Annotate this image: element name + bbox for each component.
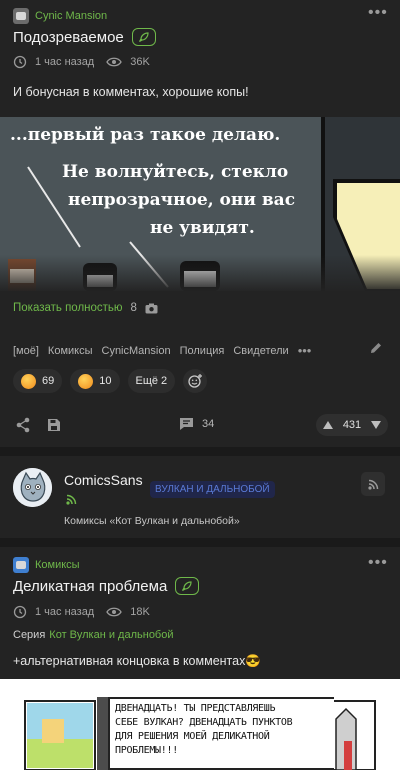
author-tag-badge[interactable]: ВУЛКАН И ДАЛЬНОБОЙ <box>150 481 275 498</box>
post-time: 1 час назад <box>35 606 95 618</box>
more-reactions-button[interactable]: Ещё 2 <box>127 369 176 393</box>
view-count: 18K <box>130 606 150 618</box>
series-row: Серия Кот Вулкан и дальнобой <box>13 629 174 641</box>
comment-count: 34 <box>202 418 215 430</box>
image-count: 8 <box>130 302 137 314</box>
post-title[interactable]: Деликатная проблема <box>13 578 167 595</box>
reaction-count: 69 <box>42 375 55 387</box>
comment-icon <box>180 418 193 430</box>
post-title-row: Подозреваемое <box>13 28 156 46</box>
reaction-count: 10 <box>99 375 112 387</box>
cat-avatar-icon <box>13 468 52 507</box>
reactions-row: 69 10 Ещё 2 <box>13 369 208 393</box>
eye-icon <box>106 57 122 67</box>
post-title[interactable]: Подозреваемое <box>13 29 124 46</box>
series-link[interactable]: Кот Вулкан и дальнобой <box>49 629 173 641</box>
rss-icon <box>367 479 378 490</box>
community-name[interactable]: Cynic Mansion <box>35 10 107 22</box>
author-name[interactable]: ComicsSans <box>64 472 143 488</box>
tag-item[interactable]: [моё] <box>13 345 39 357</box>
post-meta: 1 час назад 18K <box>13 605 150 619</box>
comic-image[interactable]: ...первый раз такое делаю. Не волнуйтесь… <box>0 117 400 291</box>
post-divider <box>0 447 400 456</box>
view-count: 36K <box>130 56 150 68</box>
author-subtitle: Комиксы «Кот Вулкан и дальнобой» <box>64 515 240 527</box>
grinning-face-icon <box>21 373 36 389</box>
rating-value: 431 <box>342 419 362 431</box>
rocket-icon[interactable] <box>175 577 200 595</box>
community-avatar[interactable] <box>13 8 29 24</box>
comments-button[interactable]: 34 <box>179 417 214 431</box>
post-text: И бонусная в комментах, хорошие копы! <box>13 85 249 99</box>
post-community-header[interactable]: Комиксы <box>13 557 80 573</box>
more-options-icon[interactable]: ••• <box>368 4 388 22</box>
more-tags-icon[interactable]: ••• <box>298 343 312 358</box>
post-community-header[interactable]: Cynic Mansion <box>13 8 107 24</box>
author-avatar[interactable] <box>13 468 52 507</box>
community-name[interactable]: Комиксы <box>35 559 80 571</box>
tag-item[interactable]: Полиция <box>180 345 225 357</box>
more-reactions-label: Ещё 2 <box>135 375 168 387</box>
tag-item[interactable]: CynicMansion <box>102 345 171 357</box>
edit-tags-icon[interactable] <box>369 341 383 355</box>
post-divider <box>0 538 400 547</box>
downvote-icon[interactable] <box>370 420 382 430</box>
more-options-icon[interactable]: ••• <box>368 554 388 572</box>
speech-line: ДВЕНАДЦАТЬ! ТЫ ПРЕДСТАВЛЯЕШЬ <box>115 703 276 714</box>
laughing-face-icon <box>78 373 94 389</box>
share-icon[interactable] <box>15 417 31 433</box>
rss-icon <box>66 494 77 505</box>
post-meta: 1 час назад 36K <box>13 55 150 69</box>
community-avatar[interactable] <box>13 557 29 573</box>
reaction-button[interactable]: 10 <box>70 369 120 393</box>
speech-line: ДЛЯ РЕШЕНИЯ МОЕЙ ДЕЛИКАТНОЙ <box>115 731 270 742</box>
speech-line: СЕБЕ ВУЛКАН? ДВЕНАДЦАТЬ ПУНКТОВ <box>115 717 293 728</box>
show-full-link[interactable]: Показать полностью <box>13 302 123 314</box>
speech-bubble-text: ДВЕНАДЦАТЬ! ТЫ ПРЕДСТАВЛЯЕШЬ СЕБЕ ВУЛКАН… <box>110 699 334 758</box>
comic-image[interactable]: ДВЕНАДЦАТЬ! ТЫ ПРЕДСТАВЛЯЕШЬ СЕБЕ ВУЛКАН… <box>0 679 400 770</box>
clock-icon <box>13 605 27 619</box>
post-time: 1 час назад <box>35 56 95 68</box>
speech-line: ПРОБЛЕМЫ!!! <box>115 745 178 756</box>
rating-control: 431 <box>316 414 388 436</box>
post-text: +альтернативная концовка в комментах😎 <box>13 654 261 668</box>
clock-icon <box>13 55 27 69</box>
save-icon[interactable] <box>46 417 62 433</box>
reaction-button[interactable]: 69 <box>13 369 63 393</box>
tag-item[interactable]: Свидетели <box>233 345 288 357</box>
subscribe-rss-button[interactable] <box>361 472 385 496</box>
series-label: Серия <box>13 629 46 641</box>
camera-icon <box>145 303 158 313</box>
eye-icon <box>106 607 122 617</box>
comic-fade-overlay <box>0 255 400 291</box>
add-reaction-icon[interactable] <box>183 369 208 393</box>
tag-list: [моё] Комиксы CynicMansion Полиция Свиде… <box>13 343 311 358</box>
upvote-icon[interactable] <box>322 420 334 430</box>
show-full-row: Показать полностью 8 <box>13 302 158 314</box>
rocket-icon[interactable] <box>131 28 156 46</box>
tag-item[interactable]: Комиксы <box>48 345 93 357</box>
speech-bubble: ДВЕНАДЦАТЬ! ТЫ ПРЕДСТАВЛЯЕШЬ СЕБЕ ВУЛКАН… <box>108 697 334 770</box>
post-title-row: Деликатная проблема <box>13 577 200 595</box>
